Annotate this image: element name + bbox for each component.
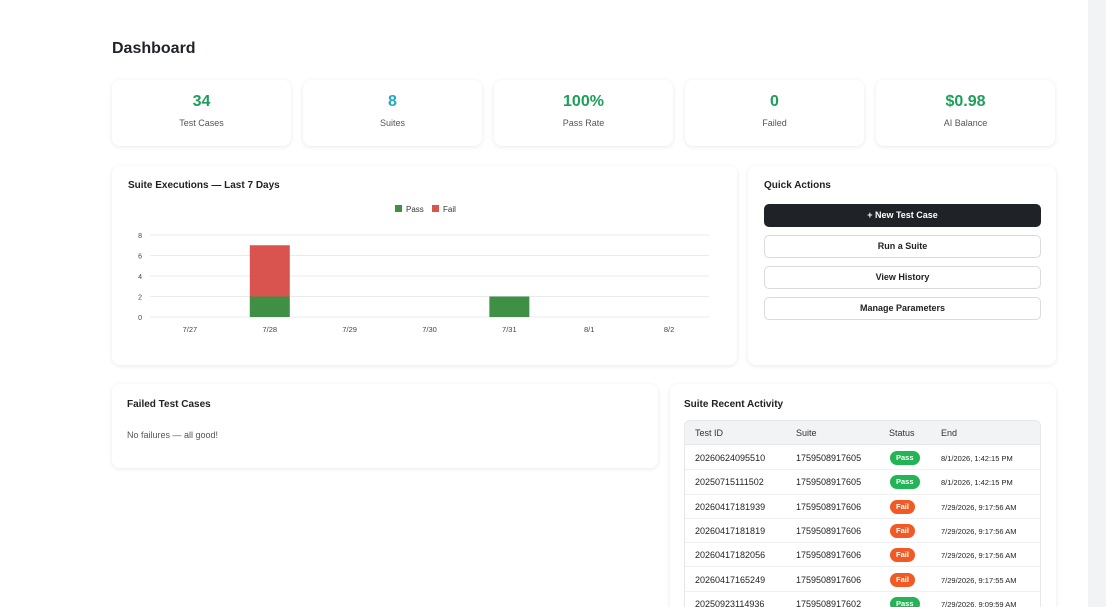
stat-label: Failed [762,118,787,128]
test-id-cell: 20260417181939 [695,501,766,512]
y-tick-label: 8 [138,233,142,240]
stat-label: Suites [379,118,405,128]
activity-table: Test ID Suite Status End 20260624095510 1… [684,420,1041,607]
manage-parameters-button[interactable]: Manage Parameters [764,297,1041,320]
status-badge: Pass [890,451,920,465]
test-id-cell: 20260417182056 [695,550,766,561]
status-badge: Pass [890,475,920,490]
col-suite[interactable]: Suite [796,428,817,438]
view-history-button[interactable]: View History [764,266,1041,289]
col-end[interactable]: End [941,428,957,438]
status-badge: Fail [890,572,915,587]
suite-cell: 1759508917606 [796,550,862,561]
test-id-cell: 20250715111502 [695,477,764,488]
empty-state-text: No failures — all good! [127,430,219,440]
suite-cell: 1759508917606 [796,501,862,512]
bar-pass [249,296,290,317]
suite-cell: 1759508917606 [796,525,862,536]
y-tick-label: 6 [138,254,142,261]
stat-card-failed: 0 Failed [685,80,864,146]
stat-card-suites: 8 Suites [303,80,482,146]
x-tick-label: 7/28 [262,325,277,334]
x-tick-label: 8/1 [584,325,594,334]
stat-value: 0 [770,93,779,110]
col-status[interactable]: Status [889,428,915,438]
test-id-cell: 20250923114936 [695,598,765,607]
failed-test-cases-card: Failed Test Cases No failures — all good… [112,384,658,468]
bar-pass [489,296,530,317]
stat-card-pass-rate: 100% Pass Rate [494,80,673,146]
status-badge: Pass [890,596,920,607]
suite-executions-card: Suite Executions — Last 7 Days Pass Fail 0… [112,166,737,365]
table-row[interactable]: 20250715111502 1759508917605 Pass 8/1/2026,… [685,470,1040,495]
end-time-cell: 7/29/2026, 9:17:56 AM [941,551,1017,561]
y-tick-label: 4 [138,274,142,281]
bar-fail [249,245,290,297]
legend-swatch [432,205,439,212]
stat-label: Test Cases [179,118,224,128]
legend-label: Fail [443,205,456,214]
stat-label: AI Balance [943,118,988,128]
end-time-cell: 8/1/2026, 1:42:15 PM [941,478,1013,488]
legend-swatch [395,205,402,212]
status-badge: Fail [890,548,915,563]
y-tick-label: 0 [138,315,142,322]
test-id-cell: 20260417165249 [695,574,766,585]
stat-value: 8 [388,93,397,110]
end-time-cell: 7/29/2026, 9:09:59 AM [941,599,1017,607]
test-id-cell: 20260624095510 [695,453,766,463]
x-tick-label: 7/30 [422,325,437,334]
activity-title: Suite Recent Activity [684,399,784,410]
end-time-cell: 7/29/2026, 9:17:56 AM [941,502,1017,512]
dashboard-page: Dashboard 34 Test Cases 8 Suites 100% Pa… [0,0,1088,607]
suite-cell: 1759508917602 [796,598,862,607]
table-row[interactable]: 20260417181819 1759508917606 Fail 7/29/2026… [685,519,1040,544]
suite-cell: 1759508917606 [796,574,862,585]
col-test-id[interactable]: Test ID [695,428,723,438]
failed-cases-title: Failed Test Cases [127,399,211,410]
test-id-cell: 20260417181819 [695,525,766,536]
y-tick-label: 2 [138,295,142,302]
stat-value: 100% [563,93,604,110]
stat-value: $0.98 [945,93,986,110]
suite-executions-chart: Pass Fail 0 2 4 6 8 7/27 7/28 7/29 7/30 7/31 8/1 8/2 [138,205,709,334]
table-row[interactable]: 20250923114936 1759508917602 Pass 7/29/2026… [685,592,1040,607]
stat-label: Pass Rate [562,118,605,128]
stat-card-test-cases: 34 Test Cases [112,80,291,146]
end-time-cell: 8/1/2026, 1:42:15 PM [941,454,1013,463]
table-row[interactable]: 20260417165249 1759508917606 Fail 7/29/2026… [685,568,1040,592]
quick-actions-title: Quick Actions [764,180,831,191]
x-tick-label: 7/31 [502,325,517,334]
suite-cell: 1759508917605 [796,453,862,463]
status-badge: Fail [890,523,915,538]
status-badge: Fail [890,499,915,514]
table-row[interactable]: 20260624095510 1759508917605 Pass 8/1/2026,… [685,446,1040,471]
suite-recent-activity-card: Suite Recent Activity Test ID Suite Stat… [670,384,1056,607]
legend-label: Pass [406,205,424,214]
new-test-case-button[interactable]: + New Test Case [764,204,1041,227]
end-time-cell: 7/29/2026, 9:17:56 AM [941,526,1017,536]
scrollbar-track[interactable] [1088,0,1106,607]
x-tick-label: 7/27 [183,325,198,334]
x-tick-label: 7/29 [342,325,357,334]
suite-cell: 1759508917605 [796,477,862,488]
stat-value: 34 [192,93,211,110]
table-row[interactable]: 20260417181939 1759508917606 Fail 7/29/2026… [685,495,1040,519]
table-row[interactable]: 20260417182056 1759508917606 Fail 7/29/2026… [685,543,1040,568]
table-header: Test ID Suite Status End [685,421,1040,445]
run-suite-button[interactable]: Run a Suite [764,235,1041,258]
stat-card-ai-balance: $0.98 AI Balance [876,80,1055,146]
x-tick-label: 8/2 [664,325,674,334]
end-time-cell: 7/29/2026, 9:17:55 AM [941,575,1017,585]
page-title: Dashboard [112,40,196,57]
quick-actions-card: Quick Actions + New Test Case Run a Suit… [748,166,1056,365]
